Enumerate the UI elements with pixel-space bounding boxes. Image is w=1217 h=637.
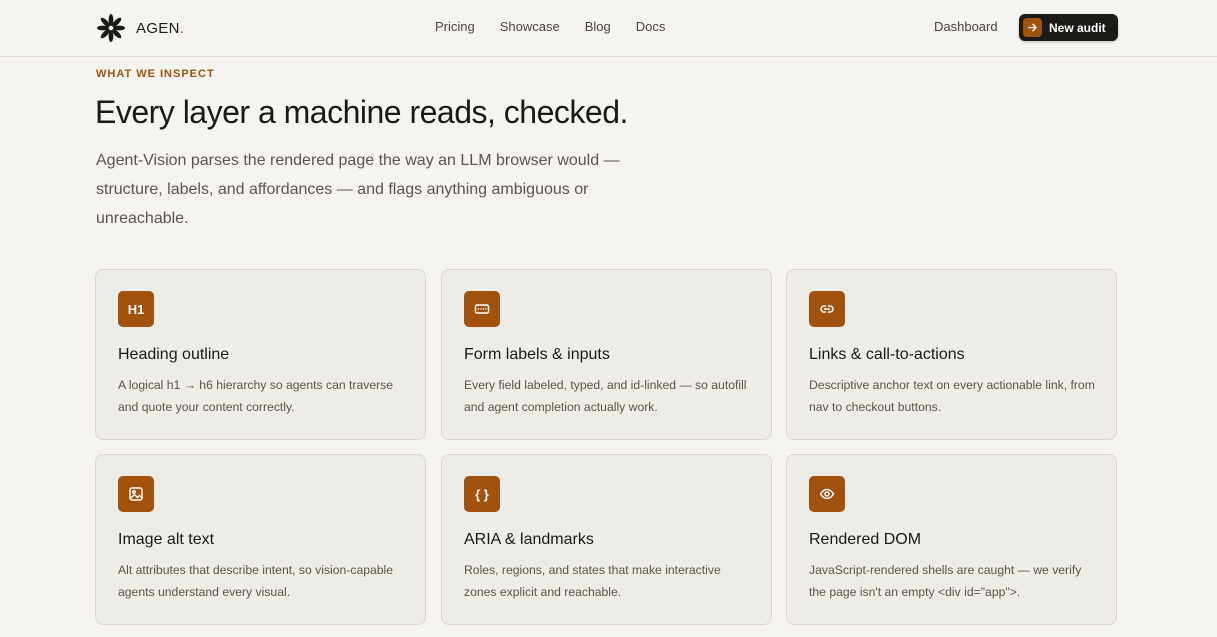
site-header: AGEN. Pricing Showcase Blog Docs Dashboa…	[0, 0, 1217, 57]
link-icon	[809, 291, 845, 327]
card-title: ARIA & landmarks	[464, 531, 594, 548]
heading-icon-text: H1	[127, 301, 145, 317]
feature-card-aria: { } ARIA & landmarks Roles, regions, and…	[441, 454, 772, 625]
nav-link-blog[interactable]: Blog	[585, 19, 611, 34]
feature-card-links: Links & call-to-actions Descriptive anch…	[786, 269, 1117, 440]
card-description: Alt attributes that describe intent, so …	[118, 563, 394, 599]
nav-link-pricing[interactable]: Pricing	[435, 19, 475, 34]
card-description: JavaScript-rendered shells are caught — …	[809, 563, 1082, 599]
card-description: Every field labeled, typed, and id-linke…	[464, 378, 747, 414]
feature-card-form-labels: Form labels & inputs Every field labeled…	[441, 269, 772, 440]
card-title: Form labels & inputs	[464, 346, 610, 363]
keyboard-icon	[464, 291, 500, 327]
card-title: Links & call-to-actions	[809, 346, 965, 363]
card-title: Rendered DOM	[809, 531, 922, 548]
brand-wordmark: AGEN	[136, 19, 180, 37]
card-title: Heading outline	[118, 346, 230, 363]
nav-link-showcase[interactable]: Showcase	[500, 19, 560, 34]
section-eyebrow: WHAT WE INSPECT	[96, 68, 215, 80]
braces-icon: { }	[464, 476, 500, 512]
dashboard-link[interactable]: Dashboard	[934, 19, 998, 34]
asterisk-logo-icon	[97, 14, 125, 42]
brand-name: AGEN.	[136, 20, 184, 37]
section-title: Every layer a machine reads, checked.	[95, 94, 628, 130]
card-title: Image alt text	[118, 531, 215, 548]
brand-dot: .	[179, 19, 185, 37]
feature-card-rendered-dom: Rendered DOM JavaScript-rendered shells …	[786, 454, 1117, 625]
new-audit-button[interactable]: New audit	[1019, 14, 1118, 41]
image-icon	[118, 476, 154, 512]
new-audit-label: New audit	[1049, 20, 1106, 35]
feature-card-image-alt: Image alt text Alt attributes that descr…	[95, 454, 426, 625]
eye-icon	[809, 476, 845, 512]
brand-logo[interactable]: AGEN.	[96, 13, 184, 43]
nav-link-docs[interactable]: Docs	[636, 19, 666, 34]
braces-icon-text: { }	[475, 486, 489, 502]
card-description: Roles, regions, and states that make int…	[464, 563, 721, 599]
arrow-right-icon	[1023, 18, 1042, 37]
heading-icon: H1	[118, 291, 154, 327]
card-description: A logical h1 → h6 hierarchy so agents ca…	[118, 378, 394, 414]
main-nav: Pricing Showcase Blog Docs	[435, 19, 665, 34]
feature-card-heading-outline: H1 Heading outline A logical h1 → h6 hie…	[95, 269, 426, 440]
card-description: Descriptive anchor text on every actiona…	[809, 378, 1095, 414]
section-lede: Agent-Vision parses the rendered page th…	[96, 152, 620, 227]
